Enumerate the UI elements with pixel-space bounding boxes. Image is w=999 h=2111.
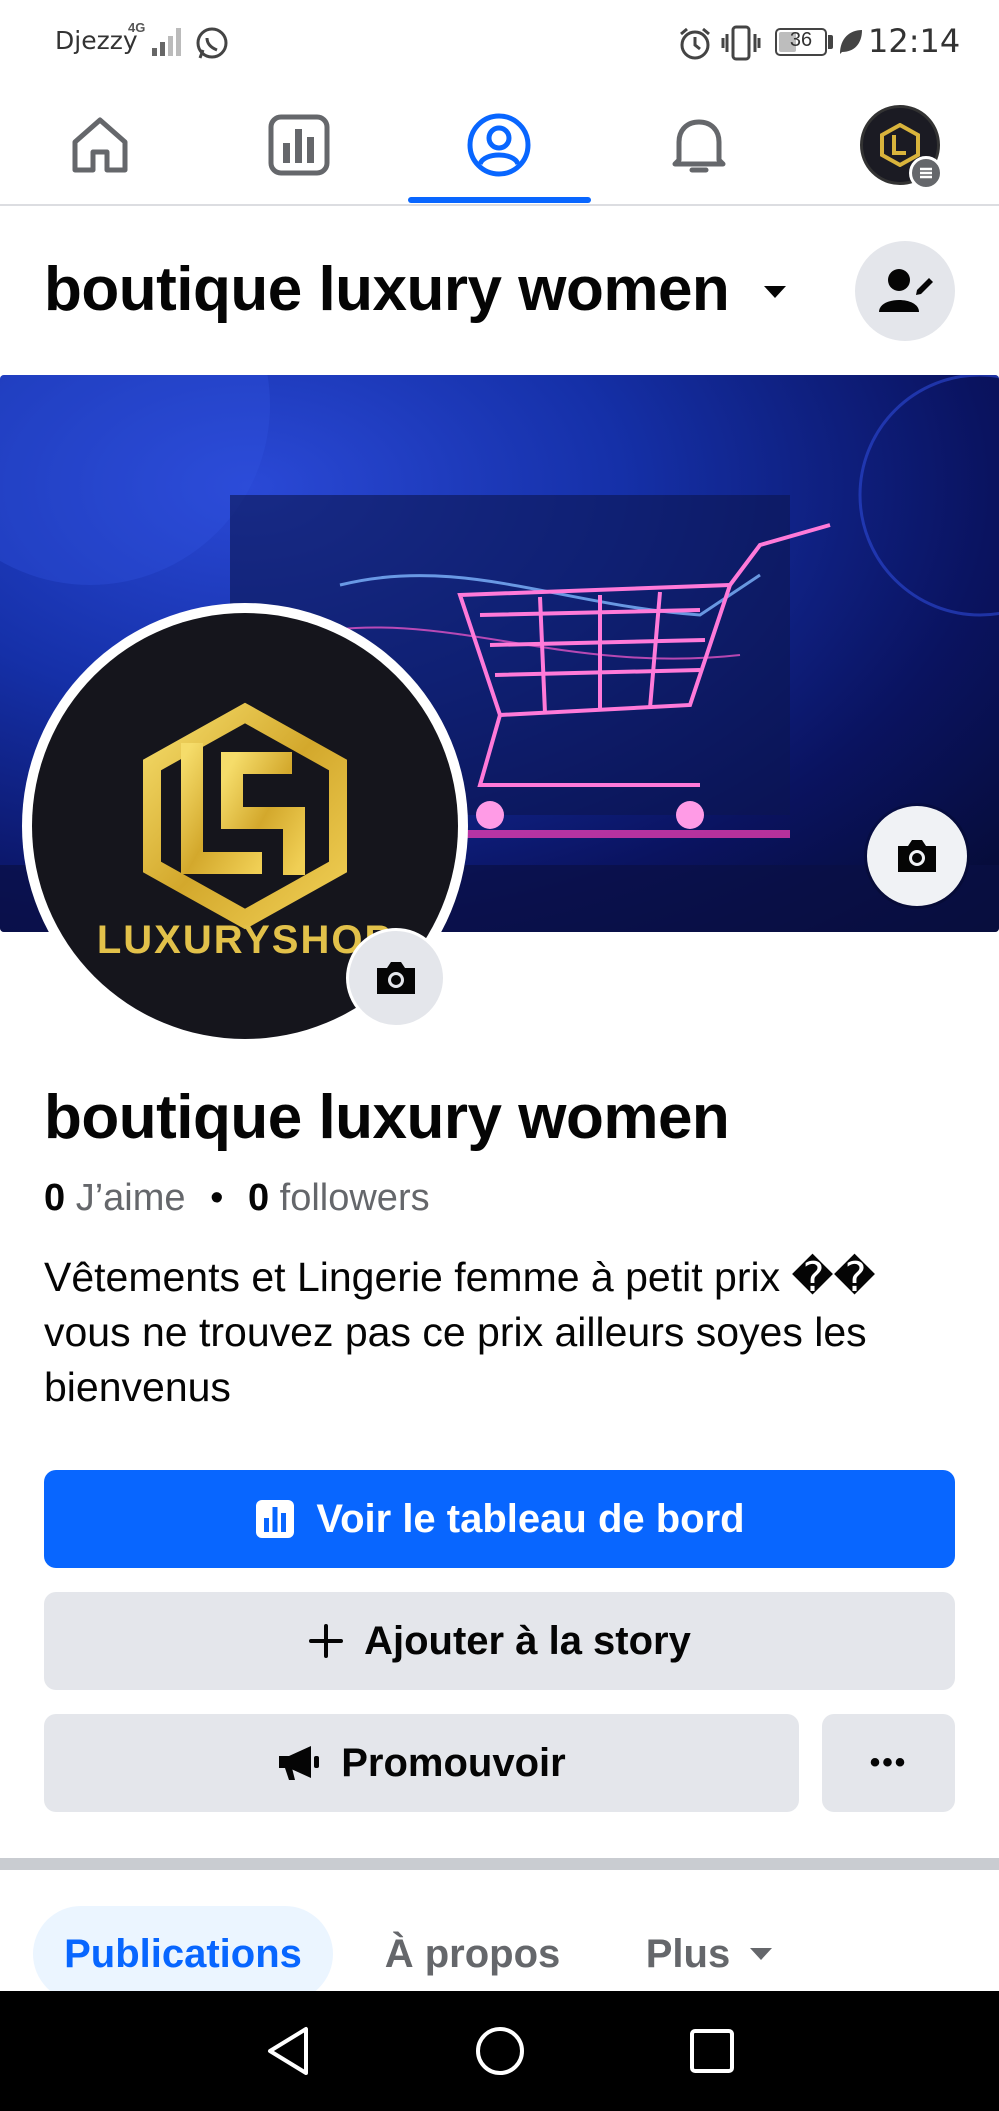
add-to-story-label: Ajouter à la story bbox=[364, 1618, 691, 1663]
network-type-label: 4G bbox=[128, 20, 146, 35]
home-circle-icon[interactable] bbox=[474, 2025, 526, 2077]
battery-tip bbox=[828, 35, 833, 49]
dashboard-icon bbox=[256, 1500, 295, 1538]
promote-label: Promouvoir bbox=[341, 1740, 566, 1785]
recent-apps-icon[interactable] bbox=[688, 2027, 736, 2075]
switch-profile-button[interactable] bbox=[855, 241, 955, 341]
top-navigation bbox=[0, 86, 999, 206]
edit-profile-picture-button[interactable] bbox=[346, 928, 446, 1028]
system-navigation-bar bbox=[0, 1991, 999, 2111]
nav-home-tab[interactable] bbox=[10, 86, 190, 204]
active-tab-indicator bbox=[408, 197, 591, 203]
whatsapp-icon bbox=[196, 27, 228, 59]
camera-icon bbox=[377, 962, 415, 994]
menu-badge-icon bbox=[909, 156, 943, 190]
nav-notifications-tab[interactable] bbox=[609, 86, 789, 204]
battery-level-label: 36 bbox=[789, 29, 813, 51]
signal-icon bbox=[152, 28, 181, 56]
stats-separator: • bbox=[210, 1177, 224, 1219]
clock-label: 12:14 bbox=[868, 22, 961, 60]
page-bio: Vêtements et Lingerie femme à petit prix… bbox=[44, 1254, 876, 1410]
more-options-label: ••• bbox=[869, 1746, 908, 1779]
promote-button[interactable]: Promouvoir bbox=[44, 1714, 799, 1812]
megaphone-icon bbox=[279, 1746, 320, 1780]
back-icon[interactable] bbox=[264, 2025, 314, 2077]
chevron-down-icon bbox=[750, 1948, 773, 1960]
bar-chart-icon bbox=[268, 114, 330, 176]
battery-icon: 36 bbox=[775, 28, 827, 56]
tab-more-label: Plus bbox=[645, 1931, 731, 1976]
vibrate-icon bbox=[721, 25, 761, 61]
tab-more[interactable]: Plus bbox=[620, 1906, 800, 2002]
page-name: boutique luxury women bbox=[44, 1083, 730, 1152]
page-avatar-thumbnail bbox=[860, 105, 943, 190]
carrier-label: Djezzy bbox=[55, 26, 138, 55]
chevron-down-icon[interactable] bbox=[762, 284, 788, 300]
plus-icon bbox=[309, 1624, 344, 1658]
nav-menu-tab[interactable] bbox=[810, 86, 990, 204]
section-divider bbox=[0, 1858, 999, 1870]
view-dashboard-label: Voir le tableau de bord bbox=[316, 1496, 745, 1541]
likes-label[interactable]: J’aime bbox=[76, 1177, 186, 1219]
status-bar: Djezzy 4G 36 12:14 bbox=[0, 0, 999, 86]
more-options-button[interactable]: ••• bbox=[822, 1714, 955, 1812]
tab-about-label: À propos bbox=[384, 1931, 561, 1976]
view-dashboard-button[interactable]: Voir le tableau de bord bbox=[44, 1470, 955, 1568]
home-icon bbox=[72, 117, 128, 173]
alarm-icon bbox=[680, 27, 710, 60]
person-edit-icon bbox=[879, 269, 933, 312]
profile-icon bbox=[467, 113, 531, 177]
page-switcher-title[interactable]: boutique luxury women bbox=[44, 254, 730, 325]
tab-publications-label: Publications bbox=[64, 1931, 302, 1976]
add-to-story-button[interactable]: Ajouter à la story bbox=[44, 1592, 955, 1690]
followers-count: 0 bbox=[247, 1177, 270, 1219]
camera-icon bbox=[898, 840, 936, 872]
nav-dashboard-tab[interactable] bbox=[209, 86, 389, 204]
followers-label[interactable]: followers bbox=[280, 1177, 430, 1219]
edit-cover-button[interactable] bbox=[867, 806, 967, 906]
tab-about[interactable]: À propos bbox=[360, 1906, 585, 2002]
bell-icon bbox=[672, 119, 726, 173]
page-stats: 0 J’aime • 0 followers bbox=[44, 1177, 430, 1220]
nav-profile-tab[interactable] bbox=[409, 86, 589, 204]
likes-count: 0 bbox=[44, 1177, 66, 1219]
power-saving-leaf-icon bbox=[840, 30, 862, 54]
tab-publications[interactable]: Publications bbox=[33, 1906, 333, 2002]
